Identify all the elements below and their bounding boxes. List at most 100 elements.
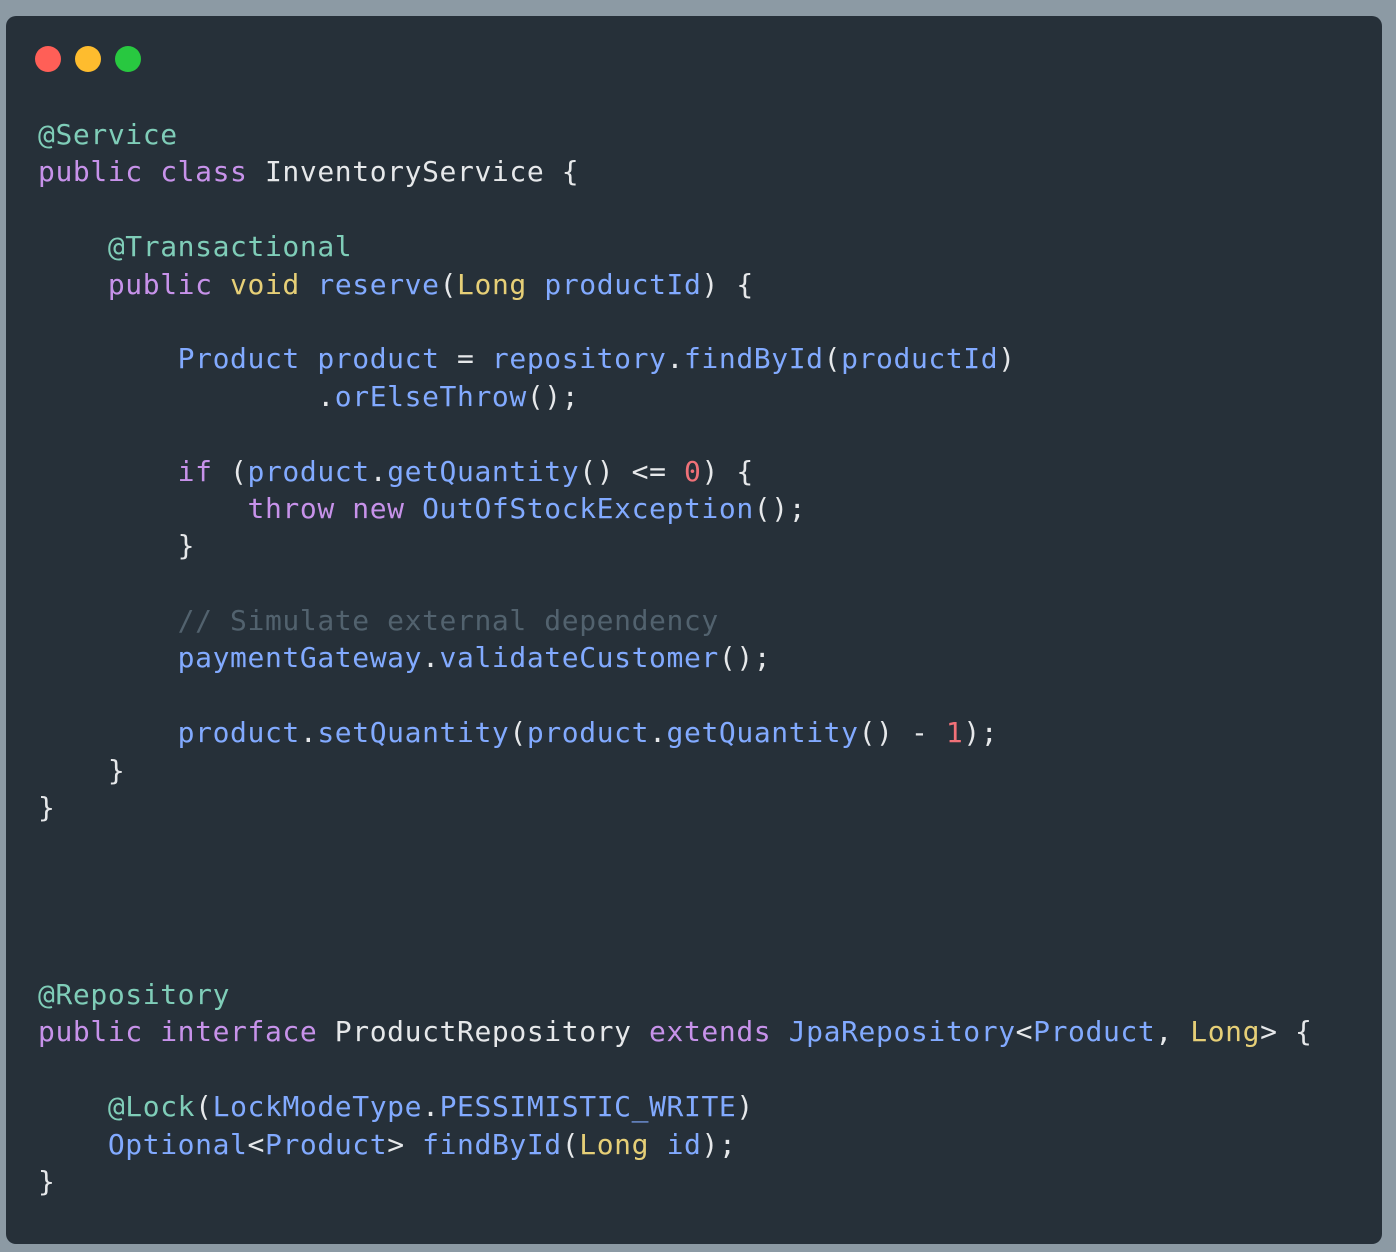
code-token-identifier: product [526,716,650,750]
code-token-keyword: public class [38,155,248,189]
close-dot[interactable] [35,46,61,72]
code-line: throw new OutOfStockException(); [38,490,1312,527]
code-token-number: 1 [945,716,964,750]
code-token-plain: ) { [701,454,754,488]
code-token-plain: ) [736,1090,754,1124]
code-token-plain: } [38,753,126,787]
code-token-plain: () <= [579,454,684,488]
code-token-plain: ( [823,342,842,376]
code-line: public interface ProductRepository exten… [38,1013,1312,1050]
code-token-plain: InventoryService { [247,155,580,189]
code-token-plain: (); [753,491,807,525]
code-line: @Transactional [38,228,1312,265]
code-token-plain: ) [998,342,1016,376]
minimize-dot[interactable] [75,46,101,72]
code-token-identifier: Product product [177,342,440,376]
code-token-keyword: if [177,454,213,488]
code-token-comment: // Simulate external dependency [177,604,719,638]
code-token-annotation: @Transactional [107,230,353,264]
code-token-identifier: Optional [107,1127,248,1161]
code-token-keyword: extends [649,1015,772,1049]
code-line: if (product.getQuantity() <= 0) { [38,453,1312,490]
code-line: paymentGateway.validateCustomer(); [38,639,1312,676]
code-token-identifier: repository [491,342,667,376]
code-token-identifier: product [177,716,300,750]
code-token-annotation: @Repository [38,977,231,1011]
code-token-plain: . [369,454,388,488]
code-token-identifier: productId [841,342,999,376]
code-token-identifier: Product [264,1127,388,1161]
code-token-identifier: id [666,1127,702,1161]
code-token-keyword: public interface [38,1015,318,1049]
code-line: public void reserve(Long productId) { [38,266,1312,303]
code-token-plain: () - [858,716,946,750]
code-token-plain: ( [561,1127,580,1161]
code-token-identifier: OutOfStockException [422,491,754,525]
code-token-plain: ); [701,1127,737,1161]
code-token-annotation: @Service [38,118,178,151]
code-token-identifier: JpaRepository [788,1015,1016,1049]
code-token-plain: ProductRepository [317,1015,650,1049]
code-token-plain: = [439,342,492,376]
code-token-plain: . [38,379,335,413]
code-token-plain: > [387,1127,423,1161]
code-line: product.setQuantity(product.getQuantity(… [38,714,1312,751]
code-line: } [38,1163,1312,1200]
code-line: } [38,789,1312,826]
code-token-plain: . [666,342,684,376]
code-token-plain: . [649,716,667,750]
code-token-identifier: LockModeType [212,1090,423,1124]
code-line: } [38,527,1312,564]
code-token-type: Long [579,1127,650,1161]
code-token-keyword: throw new [247,491,405,525]
code-token-identifier: orElseThrow [334,379,527,413]
code-token-identifier: getQuantity [387,454,580,488]
code-line: Product product = repository.findById(pr… [38,340,1312,377]
code-token-plain: < [247,1127,265,1161]
code-token-plain: . [422,641,440,675]
code-token-plain: , [1155,1015,1191,1049]
code-line: @Repository [38,976,1312,1013]
code-token-type: Long [457,267,527,301]
code-token-plain: (); [526,379,580,413]
code-token-plain: ) { [701,267,754,301]
code-token-identifier: reserve [317,267,440,301]
code-token-identifier: paymentGateway [177,641,423,675]
code-token-identifier: validateCustomer [439,641,719,675]
code-token-plain: } [38,529,196,563]
code-token-type: Long [1190,1015,1261,1049]
code-token-identifier: Product [1033,1015,1156,1049]
code-line: public class InventoryService { [38,153,1312,190]
code-token-identifier: productId [544,267,702,301]
code-token-plain: ( [195,1090,213,1124]
code-block: @Service public class InventoryService { … [38,116,1312,1200]
code-line: @Service [38,116,1312,153]
zoom-dot[interactable] [115,46,141,72]
code-line: .orElseThrow(); [38,378,1312,415]
code-token-plain: > { [1260,1015,1313,1049]
window-controls [35,46,141,72]
code-token-identifier: PESSIMISTIC_WRITE [439,1090,737,1124]
code-token-type: void [230,267,300,301]
code-token-identifier: setQuantity [317,716,510,750]
